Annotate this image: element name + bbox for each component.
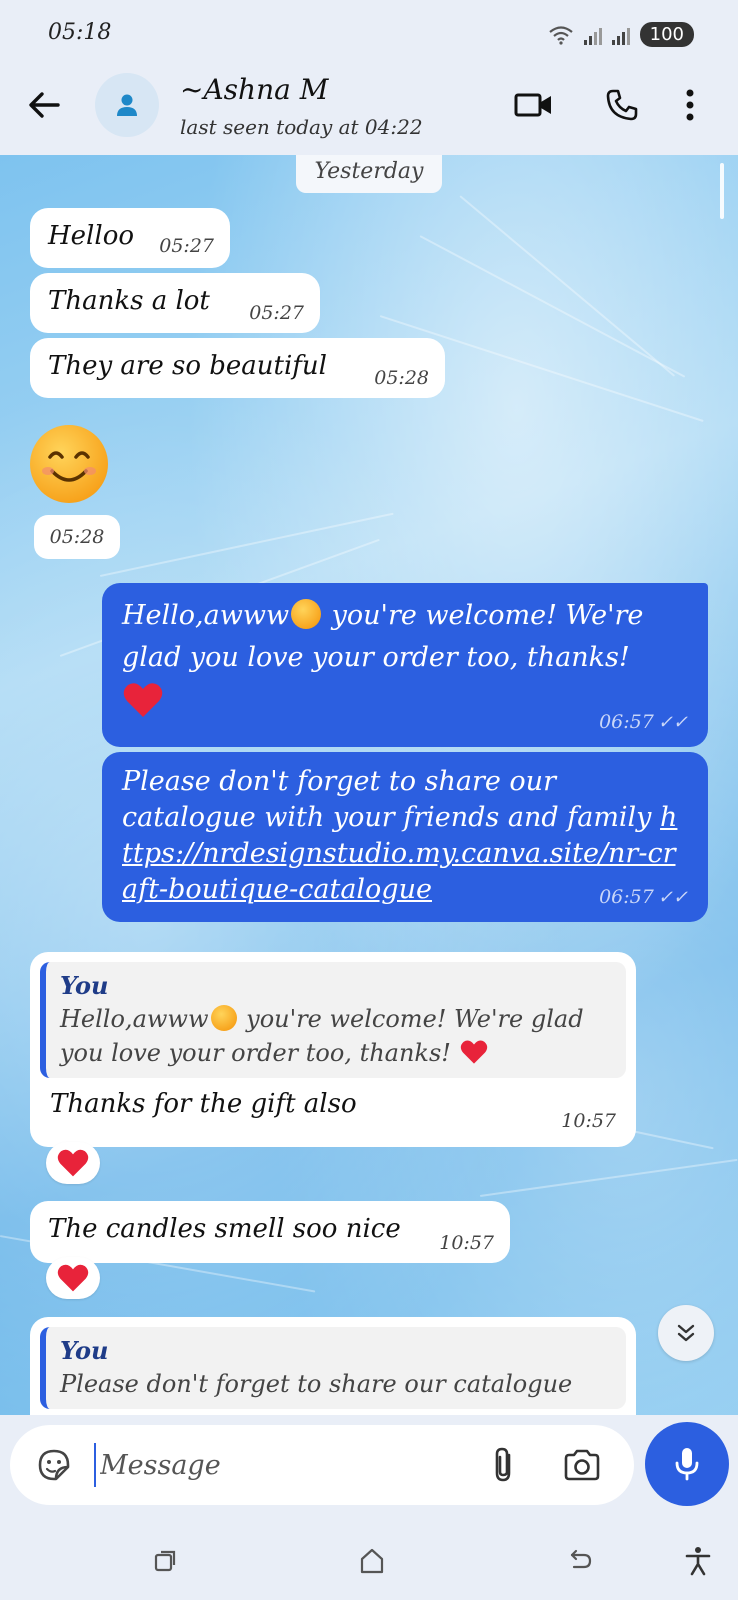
message-text: Thanks a lot xyxy=(48,286,210,316)
recent-apps-icon xyxy=(154,1550,176,1572)
back-nav-button[interactable] xyxy=(560,1541,600,1581)
smiling-face-emoji-icon[interactable] xyxy=(30,425,108,503)
recent-apps-button[interactable] xyxy=(145,1541,185,1581)
contact-name[interactable]: ~Ashna M xyxy=(180,73,328,106)
contact-avatar[interactable] xyxy=(95,73,159,137)
accessibility-button[interactable] xyxy=(678,1541,718,1581)
message-time: 05:28 xyxy=(49,526,105,548)
message-text: The candles smell soo nice xyxy=(48,1214,401,1244)
quoted-message[interactable]: You Hello,awww you're welcome! We're gla… xyxy=(40,962,626,1078)
microphone-icon xyxy=(675,1448,699,1481)
paperclip-icon xyxy=(495,1447,511,1482)
signal-strength-2-icon xyxy=(611,25,630,45)
video-call-button[interactable] xyxy=(512,83,556,127)
message-time: 06:57 ✓✓ xyxy=(599,886,688,908)
message-time: 10:57 xyxy=(561,1110,616,1132)
voice-call-button[interactable] xyxy=(600,83,644,127)
back-arrow-icon xyxy=(570,1549,592,1569)
message-time-chip: 05:28 xyxy=(34,515,120,559)
red-heart-emoji-icon xyxy=(460,1040,487,1064)
message-incoming[interactable]: They are so beautiful 05:28 xyxy=(30,338,445,398)
person-icon xyxy=(117,94,137,116)
video-camera-icon xyxy=(514,93,551,117)
battery-indicator: 100 xyxy=(639,22,694,47)
more-vertical-icon xyxy=(686,89,694,121)
message-text-part: Hello,awww xyxy=(122,600,290,631)
scrollbar[interactable] xyxy=(720,163,724,219)
message-time: 10:57 xyxy=(439,1232,494,1254)
message-text: Thanks for the gift also xyxy=(50,1089,357,1119)
signal-strength-1-icon xyxy=(583,25,602,45)
message-time: 05:27 xyxy=(159,235,214,257)
message-time: 05:28 xyxy=(374,367,429,389)
status-time: 05:18 xyxy=(48,20,112,45)
accessibility-icon xyxy=(685,1547,711,1576)
voice-message-button[interactable] xyxy=(645,1422,729,1506)
message-text: Helloo xyxy=(48,221,134,251)
more-options-button[interactable] xyxy=(675,83,705,127)
red-heart-emoji-icon xyxy=(57,1264,89,1292)
wifi-icon xyxy=(548,25,573,45)
back-button[interactable] xyxy=(24,85,64,125)
home-button[interactable] xyxy=(352,1541,392,1581)
quote-author: You xyxy=(60,971,109,1000)
message-incoming[interactable]: The candles smell soo nice 10:57 xyxy=(30,1201,510,1263)
message-incoming[interactable]: Helloo 05:27 xyxy=(30,208,230,268)
message-outgoing[interactable]: Hello,awww you're welcome! We're glad yo… xyxy=(102,583,708,747)
red-heart-emoji-icon xyxy=(57,1149,89,1177)
message-outgoing[interactable]: Please don't forget to share our catalog… xyxy=(102,752,708,922)
message-text: They are so beautiful xyxy=(48,351,327,381)
message-composer xyxy=(10,1425,634,1505)
contact-last-seen: last seen today at 04:22 xyxy=(180,115,423,139)
quote-author: You xyxy=(60,1336,109,1365)
message-incoming[interactable]: Thanks a lot 05:27 xyxy=(30,273,320,333)
quoted-message[interactable]: You Please don't forget to share our cat… xyxy=(40,1327,626,1409)
phone-icon xyxy=(606,89,638,121)
message-reaction[interactable] xyxy=(46,1257,100,1299)
date-separator: Yesterday xyxy=(296,155,442,193)
camera-button[interactable] xyxy=(560,1443,604,1487)
scroll-to-bottom-button[interactable] xyxy=(658,1305,714,1361)
smiling-face-emoji-icon xyxy=(291,599,322,629)
chevron-double-down-icon xyxy=(677,1324,695,1342)
message-input[interactable] xyxy=(94,1443,474,1487)
message-time: 05:27 xyxy=(249,302,304,324)
chat-header: ~Ashna M last seen today at 04:22 xyxy=(0,55,738,155)
chat-area[interactable]: Yesterday Helloo 05:27 Thanks a lot 05:2… xyxy=(0,155,738,1415)
attach-button[interactable] xyxy=(482,1443,526,1487)
quote-text: Hello,awww you're welcome! We're glad yo… xyxy=(60,1005,584,1067)
smiling-face-emoji-icon xyxy=(210,1005,237,1031)
home-icon xyxy=(360,1548,384,1574)
message-reaction[interactable] xyxy=(46,1142,100,1184)
status-icons: 100 xyxy=(548,22,694,47)
sticker-button[interactable] xyxy=(32,1443,76,1487)
arrow-left-icon xyxy=(29,92,60,118)
read-receipt-icon: ✓✓ xyxy=(657,887,688,908)
read-receipt-icon: ✓✓ xyxy=(657,712,688,733)
message-time: 06:57 ✓✓ xyxy=(599,711,688,733)
message-incoming-reply[interactable]: You Hello,awww you're welcome! We're gla… xyxy=(30,952,636,1147)
message-incoming-reply[interactable]: You Please don't forget to share our cat… xyxy=(30,1317,636,1415)
quote-text: Please don't forget to share our catalog… xyxy=(60,1370,573,1398)
sticker-icon xyxy=(38,1449,70,1481)
system-navigation-bar xyxy=(0,1515,738,1600)
message-text: Please don't forget to share our catalog… xyxy=(122,766,652,833)
camera-icon xyxy=(564,1449,600,1481)
